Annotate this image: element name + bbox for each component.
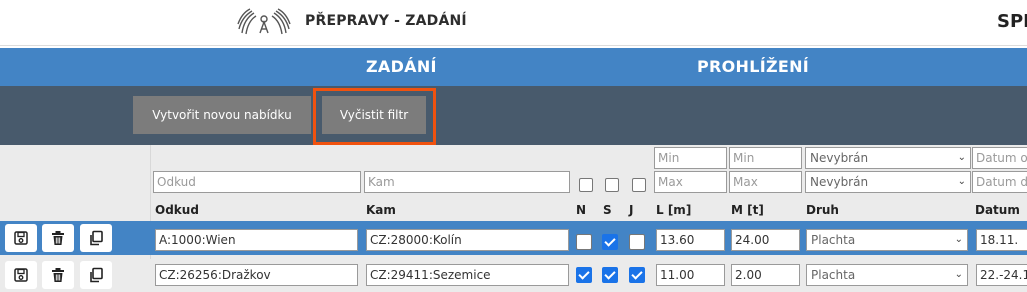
from-filter-input[interactable]: Odkud — [153, 171, 361, 193]
type-select-value: Plachta — [811, 268, 856, 282]
copy-button[interactable] — [80, 261, 112, 289]
type-select[interactable]: Plachta ⌄ — [806, 264, 968, 286]
trash-icon — [52, 231, 64, 245]
s-filter-checkbox[interactable] — [605, 178, 619, 192]
date-to-input[interactable]: Datum do — [972, 171, 1027, 193]
weight-min-input[interactable]: Min — [729, 147, 802, 169]
column-header-j: J — [629, 203, 634, 217]
weight-input[interactable]: 24.00 — [731, 229, 800, 251]
column-header-n: N — [576, 203, 587, 217]
app-header: PŘEPRAVY - ZADÁNÍ SPI — [0, 0, 1027, 46]
chevron-down-icon: ⌄ — [957, 176, 966, 187]
tab-zadani[interactable]: ZADÁNÍ — [366, 57, 437, 76]
length-max-input[interactable]: Max — [654, 171, 727, 193]
date-from-input[interactable]: Datum od — [972, 147, 1027, 169]
to-input[interactable]: CZ:29411:Sezemice — [366, 264, 569, 286]
type-select-2-value: Nevybrán — [810, 175, 869, 189]
s-checkbox[interactable] — [602, 234, 618, 250]
nav-bar: ZADÁNÍ PROHLÍŽENÍ — [0, 48, 1027, 86]
j-filter-checkbox[interactable] — [632, 178, 646, 192]
save-button[interactable] — [5, 261, 37, 289]
toolbar: Vytvořit novou nabídku Vyčistit filtr — [0, 86, 1027, 145]
column-header-weight: M [t] — [731, 203, 764, 217]
column-header-to: Kam — [366, 203, 396, 217]
column-header-length: L [m] — [656, 203, 692, 217]
length-input[interactable]: 11.00 — [656, 264, 725, 286]
date-input[interactable]: 18.11. — [976, 229, 1027, 251]
to-filter-input[interactable]: Kam — [364, 171, 570, 193]
type-select-1[interactable]: Nevybrán ⌄ — [805, 147, 971, 169]
table-row[interactable]: A:1000:Wien CZ:28000:Kolín 13.60 24.00 P… — [0, 221, 1027, 255]
n-filter-checkbox[interactable] — [579, 178, 593, 192]
delete-button[interactable] — [42, 261, 74, 289]
save-icon — [14, 268, 28, 282]
date-input[interactable]: 22.-24.11 — [976, 264, 1027, 286]
highlight-frame — [313, 88, 436, 145]
copy-icon — [90, 230, 103, 246]
table-row[interactable]: CZ:26256:Dražkov CZ:29411:Sezemice 11.00… — [0, 259, 1027, 292]
type-select-1-value: Nevybrán — [810, 151, 869, 165]
from-input[interactable]: CZ:26256:Dražkov — [155, 264, 358, 286]
type-select[interactable]: Plachta ⌄ — [806, 229, 968, 251]
column-header-from: Odkud — [155, 203, 199, 217]
trash-icon — [52, 268, 64, 282]
logo-icon — [237, 8, 291, 35]
to-input[interactable]: CZ:28000:Kolín — [366, 229, 569, 251]
header-right-text: SPI — [997, 11, 1027, 32]
offers-table: Min Min Nevybrán ⌄ Datum od Odkud Kam Ma… — [0, 145, 1027, 292]
from-input[interactable]: A:1000:Wien — [155, 229, 358, 251]
column-header-type: Druh — [806, 203, 839, 217]
s-checkbox[interactable] — [602, 267, 618, 283]
weight-max-input[interactable]: Max — [729, 171, 802, 193]
chevron-down-icon: ⌄ — [957, 152, 966, 163]
length-min-input[interactable]: Min — [654, 147, 727, 169]
j-checkbox[interactable] — [629, 234, 645, 250]
n-checkbox[interactable] — [576, 234, 592, 250]
chevron-down-icon: ⌄ — [954, 269, 963, 280]
copy-icon — [90, 267, 103, 283]
chevron-down-icon: ⌄ — [954, 234, 963, 245]
tab-prohlizeni[interactable]: PROHLÍŽENÍ — [697, 57, 809, 76]
weight-input[interactable]: 2.00 — [731, 264, 800, 286]
new-offer-button[interactable]: Vytvořit novou nabídku — [133, 96, 311, 134]
delete-button[interactable] — [42, 224, 74, 252]
app-title: PŘEPRAVY - ZADÁNÍ — [305, 13, 467, 29]
copy-button[interactable] — [80, 224, 112, 252]
n-checkbox[interactable] — [576, 267, 592, 283]
type-select-2[interactable]: Nevybrán ⌄ — [805, 171, 971, 193]
column-header-date: Datum — [975, 203, 1020, 217]
column-header-s: S — [603, 203, 612, 217]
type-select-value: Plachta — [811, 233, 856, 247]
save-button[interactable] — [5, 224, 37, 252]
j-checkbox[interactable] — [629, 267, 645, 283]
save-icon — [14, 231, 28, 245]
length-input[interactable]: 13.60 — [656, 229, 725, 251]
